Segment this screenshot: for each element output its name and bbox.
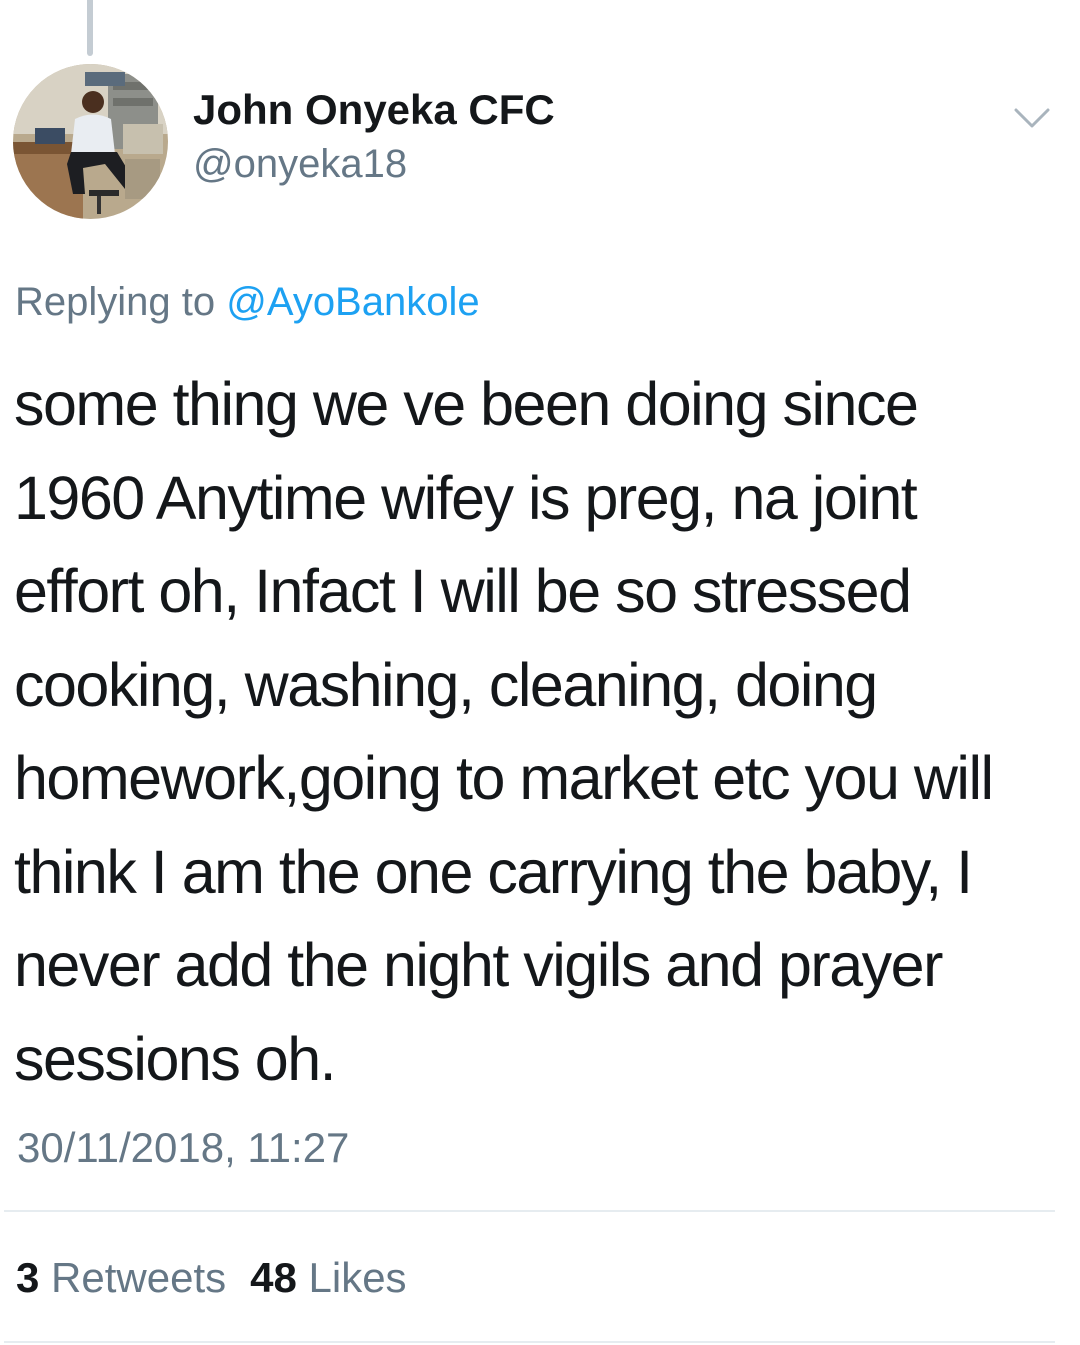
- author-handle[interactable]: @onyeka18: [193, 142, 407, 187]
- reply-mention-link[interactable]: @AyoBankole: [226, 280, 479, 324]
- profile-photo-icon: [13, 64, 168, 219]
- retweets-label: Retweets: [51, 1254, 227, 1301]
- tweet-stats: 3 Retweets 48 Likes: [16, 1254, 407, 1302]
- likes-stat[interactable]: 48 Likes: [250, 1254, 406, 1301]
- tweet-timestamp[interactable]: 30/11/2018, 11:27: [17, 1124, 349, 1172]
- chevron-down-icon[interactable]: [1010, 102, 1054, 134]
- avatar[interactable]: [13, 64, 168, 219]
- divider: [4, 1341, 1055, 1343]
- retweets-count: 3: [16, 1254, 40, 1301]
- retweets-stat[interactable]: 3 Retweets: [16, 1254, 226, 1301]
- author-name[interactable]: John Onyeka CFC: [193, 86, 555, 134]
- likes-label: Likes: [308, 1254, 407, 1301]
- divider: [4, 1210, 1055, 1212]
- tweet-text: some thing we ve been doing since 1960 A…: [14, 370, 994, 1093]
- reply-prefix: Replying to: [15, 280, 216, 324]
- thread-connector-line: [87, 0, 93, 56]
- reply-context: Replying to @AyoBankole: [15, 280, 480, 325]
- likes-count: 48: [250, 1254, 297, 1301]
